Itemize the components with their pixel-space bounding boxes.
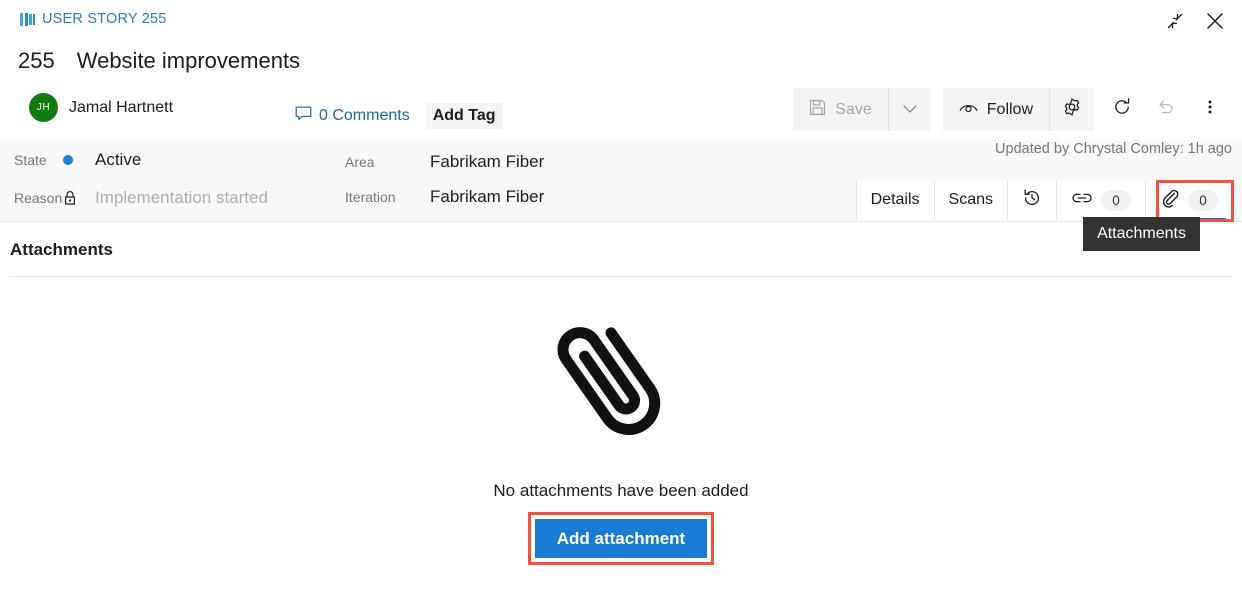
refresh-button[interactable] — [1100, 88, 1144, 131]
save-button[interactable]: Save — [793, 88, 887, 131]
comments-link[interactable]: 0 Comments — [295, 106, 410, 126]
field-reason[interactable]: Reason Implementation started — [14, 188, 268, 208]
field-area-value: Fabrikam Fiber — [430, 152, 545, 171]
avatar: JH — [29, 93, 58, 122]
settings-button[interactable] — [1050, 88, 1094, 131]
tab-history[interactable] — [1007, 180, 1056, 220]
restore-window-icon[interactable] — [1158, 6, 1192, 36]
tab-links[interactable]: 0 — [1056, 180, 1145, 220]
field-reason-value: Implementation started — [95, 188, 268, 207]
gear-icon — [1062, 97, 1082, 122]
field-area-label: Area — [345, 154, 375, 170]
attachments-tooltip: Attachments — [1083, 217, 1200, 251]
tab-scans[interactable]: Scans — [933, 180, 1007, 220]
refresh-icon — [1112, 97, 1132, 122]
follow-group: Follow — [942, 88, 1094, 131]
section-divider — [10, 276, 1232, 277]
field-state-value: Active — [95, 150, 142, 169]
tab-details-label: Details — [870, 191, 920, 208]
comments-count-label: 0 Comments — [319, 107, 410, 124]
save-disk-icon — [809, 99, 826, 121]
field-iteration-label: Iteration — [345, 189, 396, 205]
chevron-down-icon — [903, 101, 917, 119]
field-state[interactable]: State Active — [14, 150, 141, 170]
history-icon — [1022, 188, 1042, 213]
add-attachment-button[interactable]: Add attachment — [532, 517, 710, 560]
eye-icon — [959, 101, 978, 119]
work-item-tabs: Details Scans 0 0 — [855, 180, 1232, 220]
field-reason-label: Reason — [14, 190, 63, 206]
tab-scans-label: Scans — [948, 191, 993, 208]
link-icon — [1071, 191, 1093, 210]
window-controls — [1158, 6, 1232, 36]
more-vertical-icon — [1207, 97, 1213, 122]
updated-by-text: Updated by Chrystal Comley: 1h ago — [995, 141, 1232, 157]
comment-icon — [295, 106, 312, 126]
follow-button[interactable]: Follow — [943, 88, 1049, 131]
save-group: Save — [793, 88, 931, 131]
field-iteration[interactable]: Iteration Fabrikam Fiber — [345, 187, 544, 207]
work-item-header: USER STORY 255 255 Website improvements … — [0, 0, 1242, 140]
add-tag-button[interactable]: Add Tag — [425, 103, 503, 129]
field-iteration-value: Fabrikam Fiber — [430, 187, 545, 206]
save-label: Save — [835, 100, 872, 118]
work-item-title-row: 255 Website improvements — [18, 48, 300, 74]
tab-attachments-count: 0 — [1188, 189, 1218, 211]
assigned-to-row[interactable]: JH Jamal Hartnett — [29, 93, 173, 122]
save-dropdown-button[interactable] — [889, 88, 931, 131]
comments-and-tags: 0 Comments Add Tag — [295, 103, 503, 129]
work-item-id: 255 — [18, 48, 55, 73]
attachments-empty-state: No attachments have been added Add attac… — [0, 300, 1242, 565]
toolbar-actions — [1100, 88, 1232, 131]
work-item-type-label: USER STORY 255 — [42, 11, 167, 27]
work-item-type-breadcrumb: USER STORY 255 — [20, 11, 167, 27]
work-item-dialog: USER STORY 255 255 Website improvements … — [0, 0, 1242, 603]
more-options-button[interactable] — [1188, 88, 1232, 131]
state-dot-icon — [63, 155, 95, 165]
assignee-name: Jamal Hartnett — [69, 98, 174, 116]
close-icon[interactable] — [1198, 6, 1232, 36]
tab-links-count: 0 — [1101, 189, 1131, 211]
field-area[interactable]: Area Fabrikam Fiber — [345, 152, 544, 172]
field-state-label: State — [14, 152, 47, 168]
work-item-title[interactable]: Website improvements — [77, 48, 300, 74]
work-item-toolbar: Save Follow — [793, 88, 1232, 131]
attachments-section-title: Attachments — [10, 240, 113, 259]
lock-icon — [63, 190, 95, 206]
add-attachment-holder: Add attachment — [527, 512, 715, 565]
tab-attachments[interactable]: 0 — [1145, 180, 1232, 220]
paperclip-illustration-icon — [541, 300, 701, 465]
empty-state-text: No attachments have been added — [493, 481, 749, 500]
user-story-icon — [20, 12, 35, 26]
tab-details[interactable]: Details — [855, 180, 934, 220]
paperclip-icon — [1160, 188, 1180, 213]
undo-icon — [1156, 97, 1176, 122]
undo-button[interactable] — [1144, 88, 1188, 131]
follow-label: Follow — [986, 100, 1033, 118]
